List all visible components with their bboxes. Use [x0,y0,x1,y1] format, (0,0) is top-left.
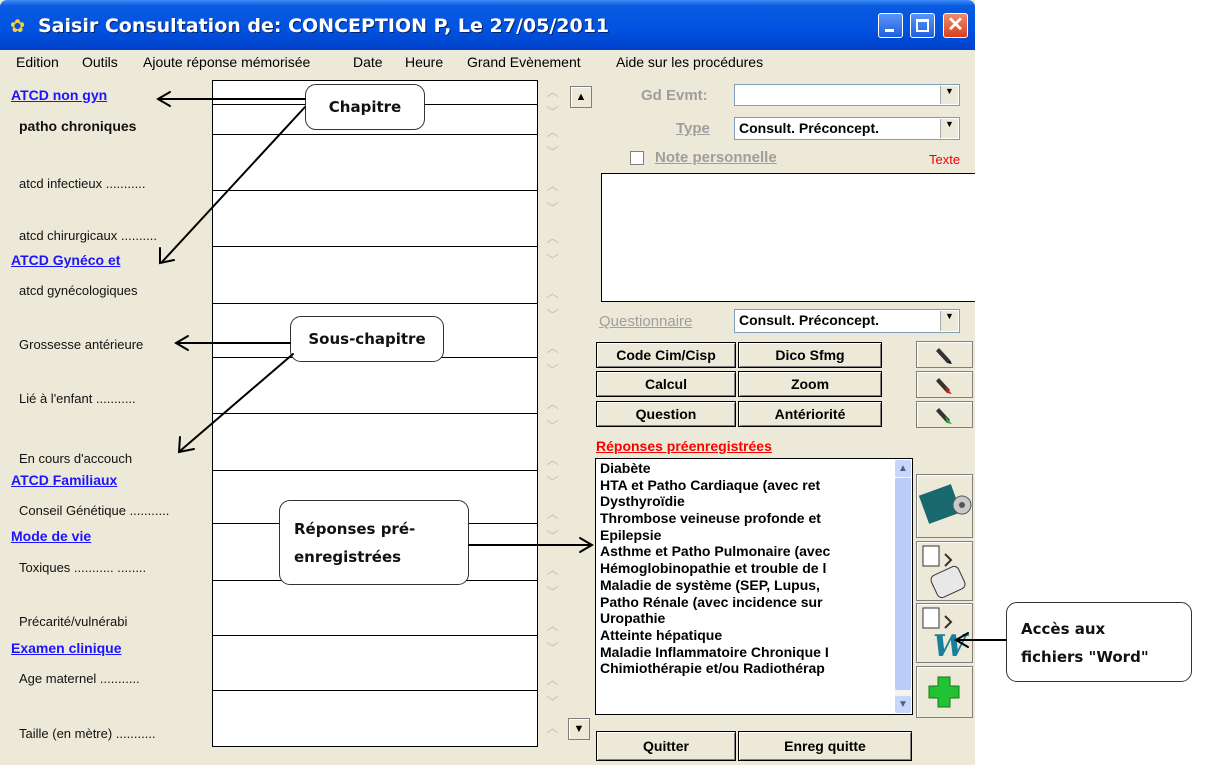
annotation-arrows [156,91,1007,648]
arrow-sous-chapitre-2 [179,353,294,452]
arrow-chapitre-2 [161,106,306,263]
